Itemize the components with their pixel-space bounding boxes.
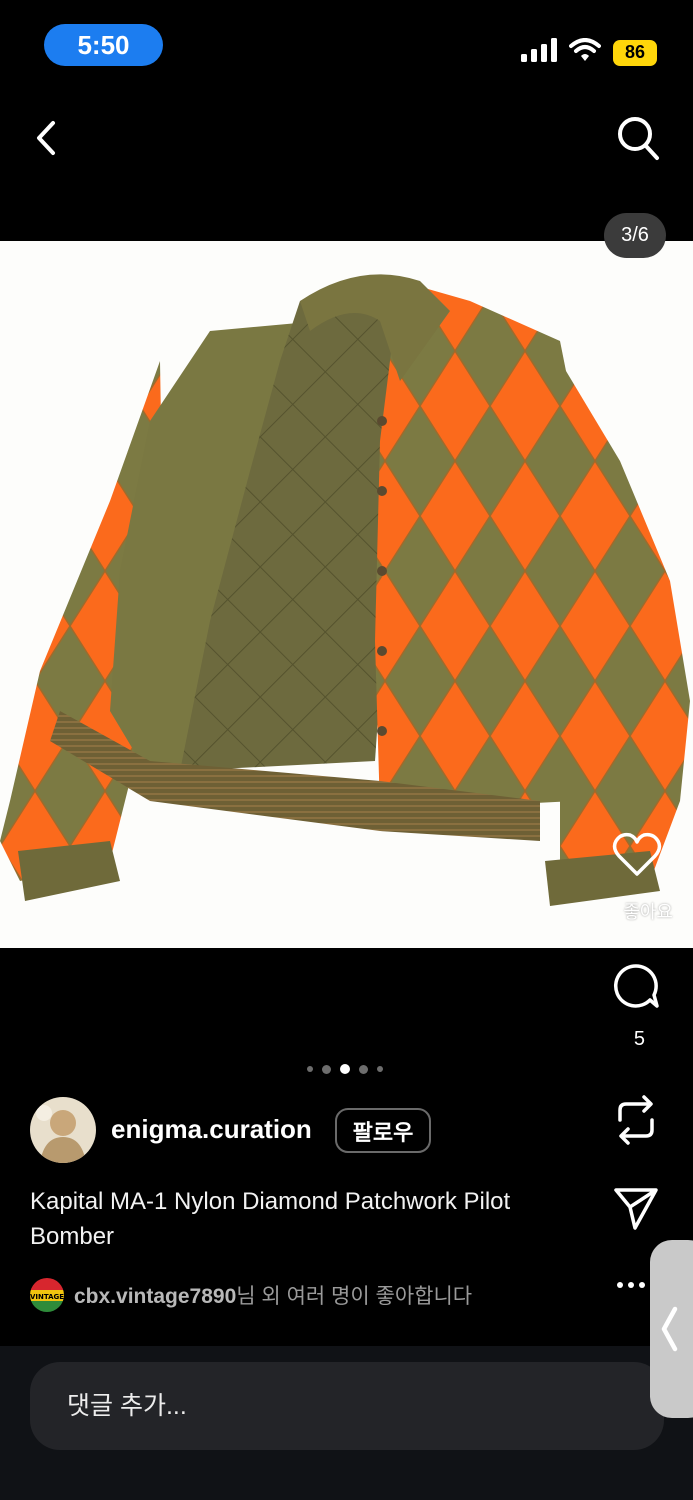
comment-button[interactable] [611, 960, 661, 1012]
chevron-left-icon [661, 1306, 678, 1352]
carousel-dot-active [340, 1064, 350, 1074]
author-avatar[interactable] [30, 1097, 96, 1163]
search-icon [618, 117, 659, 160]
status-time[interactable]: 5:50 [44, 24, 163, 66]
back-button[interactable] [22, 110, 70, 166]
wifi-icon [569, 38, 601, 67]
comment-input[interactable] [30, 1362, 664, 1450]
more-dots-icon [617, 1282, 645, 1288]
search-button[interactable] [613, 112, 663, 164]
battery-indicator: 86 [613, 39, 657, 66]
liker-avatar-text: VINTAGE [30, 1293, 64, 1301]
carousel-dot [377, 1066, 383, 1072]
author-username[interactable]: enigma.curation [111, 1114, 312, 1145]
chevron-left-icon [37, 121, 55, 155]
avatar-image [30, 1097, 96, 1163]
likes-summary[interactable]: VINTAGE cbx.vintage7890님 외 여러 명이 좋아합니다 [30, 1278, 472, 1312]
status-icons: 86 [521, 38, 657, 67]
comment-icon [613, 964, 659, 1008]
carousel-dot [307, 1066, 313, 1072]
jacket-image [0, 274, 690, 906]
follow-button[interactable]: 팔로우 [335, 1108, 431, 1153]
repost-button[interactable] [612, 1092, 660, 1148]
repost-icon [618, 1095, 654, 1145]
carousel-dot [322, 1064, 331, 1074]
likes-suffix: 님 외 여러 명이 좋아합니다 [236, 1285, 473, 1308]
carousel-indicator [307, 1064, 383, 1074]
share-button[interactable] [612, 1184, 660, 1232]
likes-text: cbx.vintage7890님 외 여러 명이 좋아합니다 [74, 1280, 472, 1310]
side-panel-handle[interactable] [650, 1240, 693, 1418]
like-label: 좋아요 [623, 902, 673, 922]
photo-page-counter: 3/6 [604, 213, 666, 258]
post-photo[interactable] [0, 241, 693, 948]
liker-avatar: VINTAGE [30, 1278, 64, 1312]
carousel-dot [359, 1064, 368, 1074]
more-options-button[interactable] [613, 1270, 649, 1300]
comment-count: 5 [633, 1028, 645, 1050]
send-icon [614, 1188, 658, 1230]
liker-username[interactable]: cbx.vintage7890 [74, 1285, 236, 1308]
cellular-signal-icon [521, 38, 557, 67]
like-button[interactable] [611, 830, 663, 880]
post-caption: Kapital MA-1 Nylon Diamond Patchwork Pil… [30, 1188, 511, 1250]
heart-icon [612, 832, 662, 876]
